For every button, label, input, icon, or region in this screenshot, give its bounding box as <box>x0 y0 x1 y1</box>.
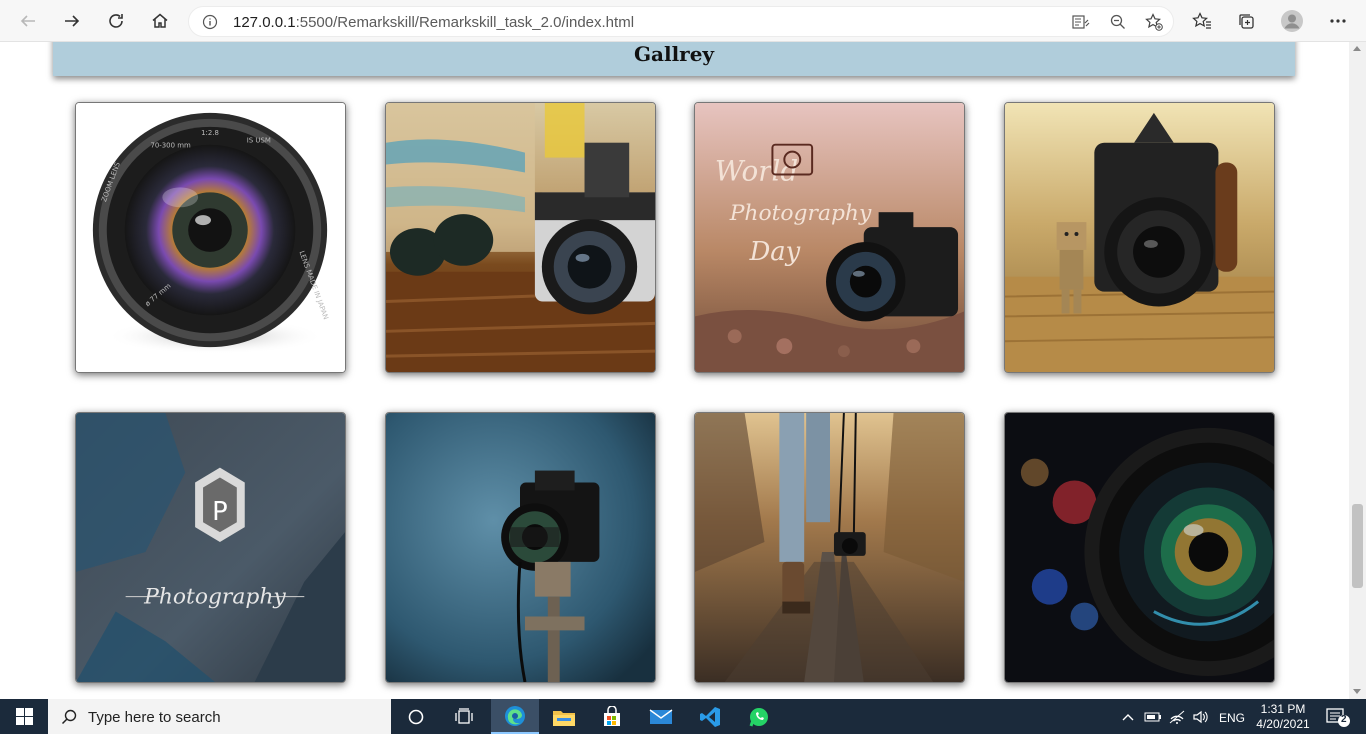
wpd-caption-3: Day <box>749 237 801 267</box>
address-bar[interactable]: 127.0.0.1:5500/Remarkskill/Remarkskill_t… <box>188 6 1174 37</box>
page-scrollbar[interactable] <box>1349 42 1366 699</box>
browser-toolbar: 127.0.0.1:5500/Remarkskill/Remarkskill_t… <box>0 0 1366 42</box>
tray-chevron-icon[interactable] <box>1117 699 1139 734</box>
clock-date: 4/20/2021 <box>1256 717 1310 731</box>
page-title: Gallrey <box>633 42 715 66</box>
gallery-image-5[interactable]: P Photography <box>75 412 346 683</box>
forward-icon[interactable] <box>57 6 87 36</box>
notification-count: 2 <box>1341 714 1347 725</box>
lens-text-aperture: 1:2.8 <box>201 129 219 137</box>
wifi-icon[interactable] <box>1166 699 1188 734</box>
gallery-image-2[interactable] <box>385 102 656 373</box>
windows-taskbar: Type here to search ENG 1:31 PM 4/20/202… <box>0 699 1366 734</box>
gallery-image-6[interactable] <box>385 412 656 683</box>
zoom-out-icon[interactable] <box>1106 10 1130 34</box>
vscode-icon[interactable] <box>686 699 734 734</box>
add-favorite-icon[interactable] <box>1142 10 1166 34</box>
url-text[interactable]: 127.0.0.1:5500/Remarkskill/Remarkskill_t… <box>233 14 634 31</box>
notifications-icon[interactable]: 2 <box>1318 699 1358 734</box>
search-placeholder: Type here to search <box>88 709 221 726</box>
favorites-icon[interactable] <box>1187 6 1217 36</box>
search-icon <box>61 709 77 725</box>
wpd-caption-2: Photography <box>729 201 872 226</box>
logo-caption: Photography <box>143 585 286 610</box>
edge-browser-icon[interactable] <box>491 699 539 734</box>
language-indicator[interactable]: ENG <box>1219 711 1245 725</box>
site-info-icon[interactable] <box>198 10 222 34</box>
gallery-image-1[interactable]: 1:2.8 70-300 mm IS USM ZOOM LENS LENS MA… <box>75 102 346 373</box>
gallery-image-4[interactable] <box>1004 102 1275 373</box>
logo-letter: P <box>212 497 228 527</box>
mail-icon[interactable] <box>637 699 685 734</box>
refresh-icon[interactable] <box>101 6 131 36</box>
lens-text-usm: IS USM <box>247 137 271 145</box>
cortana-icon[interactable] <box>392 699 440 734</box>
back-icon[interactable] <box>13 6 43 36</box>
taskbar-search-input[interactable]: Type here to search <box>48 699 391 734</box>
whatsapp-icon[interactable] <box>735 699 783 734</box>
scroll-up-icon[interactable] <box>1353 46 1361 51</box>
gallery-image-8[interactable] <box>1004 412 1275 683</box>
collections-icon[interactable] <box>1231 6 1261 36</box>
battery-icon[interactable] <box>1142 699 1164 734</box>
immersive-reader-icon[interactable] <box>1069 10 1093 34</box>
gallery-header: Gallrey <box>53 42 1295 76</box>
scroll-down-icon[interactable] <box>1353 689 1361 694</box>
clock-time: 1:31 PM <box>1260 702 1306 716</box>
wpd-caption-1: World <box>715 154 798 187</box>
gallery-image-7[interactable] <box>694 412 965 683</box>
home-icon[interactable] <box>145 6 175 36</box>
url-host: 127.0.0.1 <box>233 14 296 31</box>
page-viewport: Gallrey 1:2.8 70-300 mm IS USM ZOOM LENS… <box>0 42 1349 699</box>
profile-avatar[interactable] <box>1277 6 1307 36</box>
volume-icon[interactable] <box>1190 699 1212 734</box>
task-view-icon[interactable] <box>440 699 488 734</box>
microsoft-store-icon[interactable] <box>588 699 636 734</box>
windows-start-icon[interactable] <box>0 699 48 734</box>
gallery-image-3[interactable]: World Photography Day <box>694 102 965 373</box>
url-path: :5500/Remarkskill/Remarkskill_task_2.0/i… <box>295 14 635 31</box>
scroll-thumb[interactable] <box>1352 504 1363 588</box>
lens-text-focal: 70-300 mm <box>150 142 191 150</box>
more-menu-icon[interactable] <box>1323 6 1353 36</box>
file-explorer-icon[interactable] <box>540 699 588 734</box>
taskbar-clock[interactable]: 1:31 PM 4/20/2021 <box>1250 702 1316 732</box>
